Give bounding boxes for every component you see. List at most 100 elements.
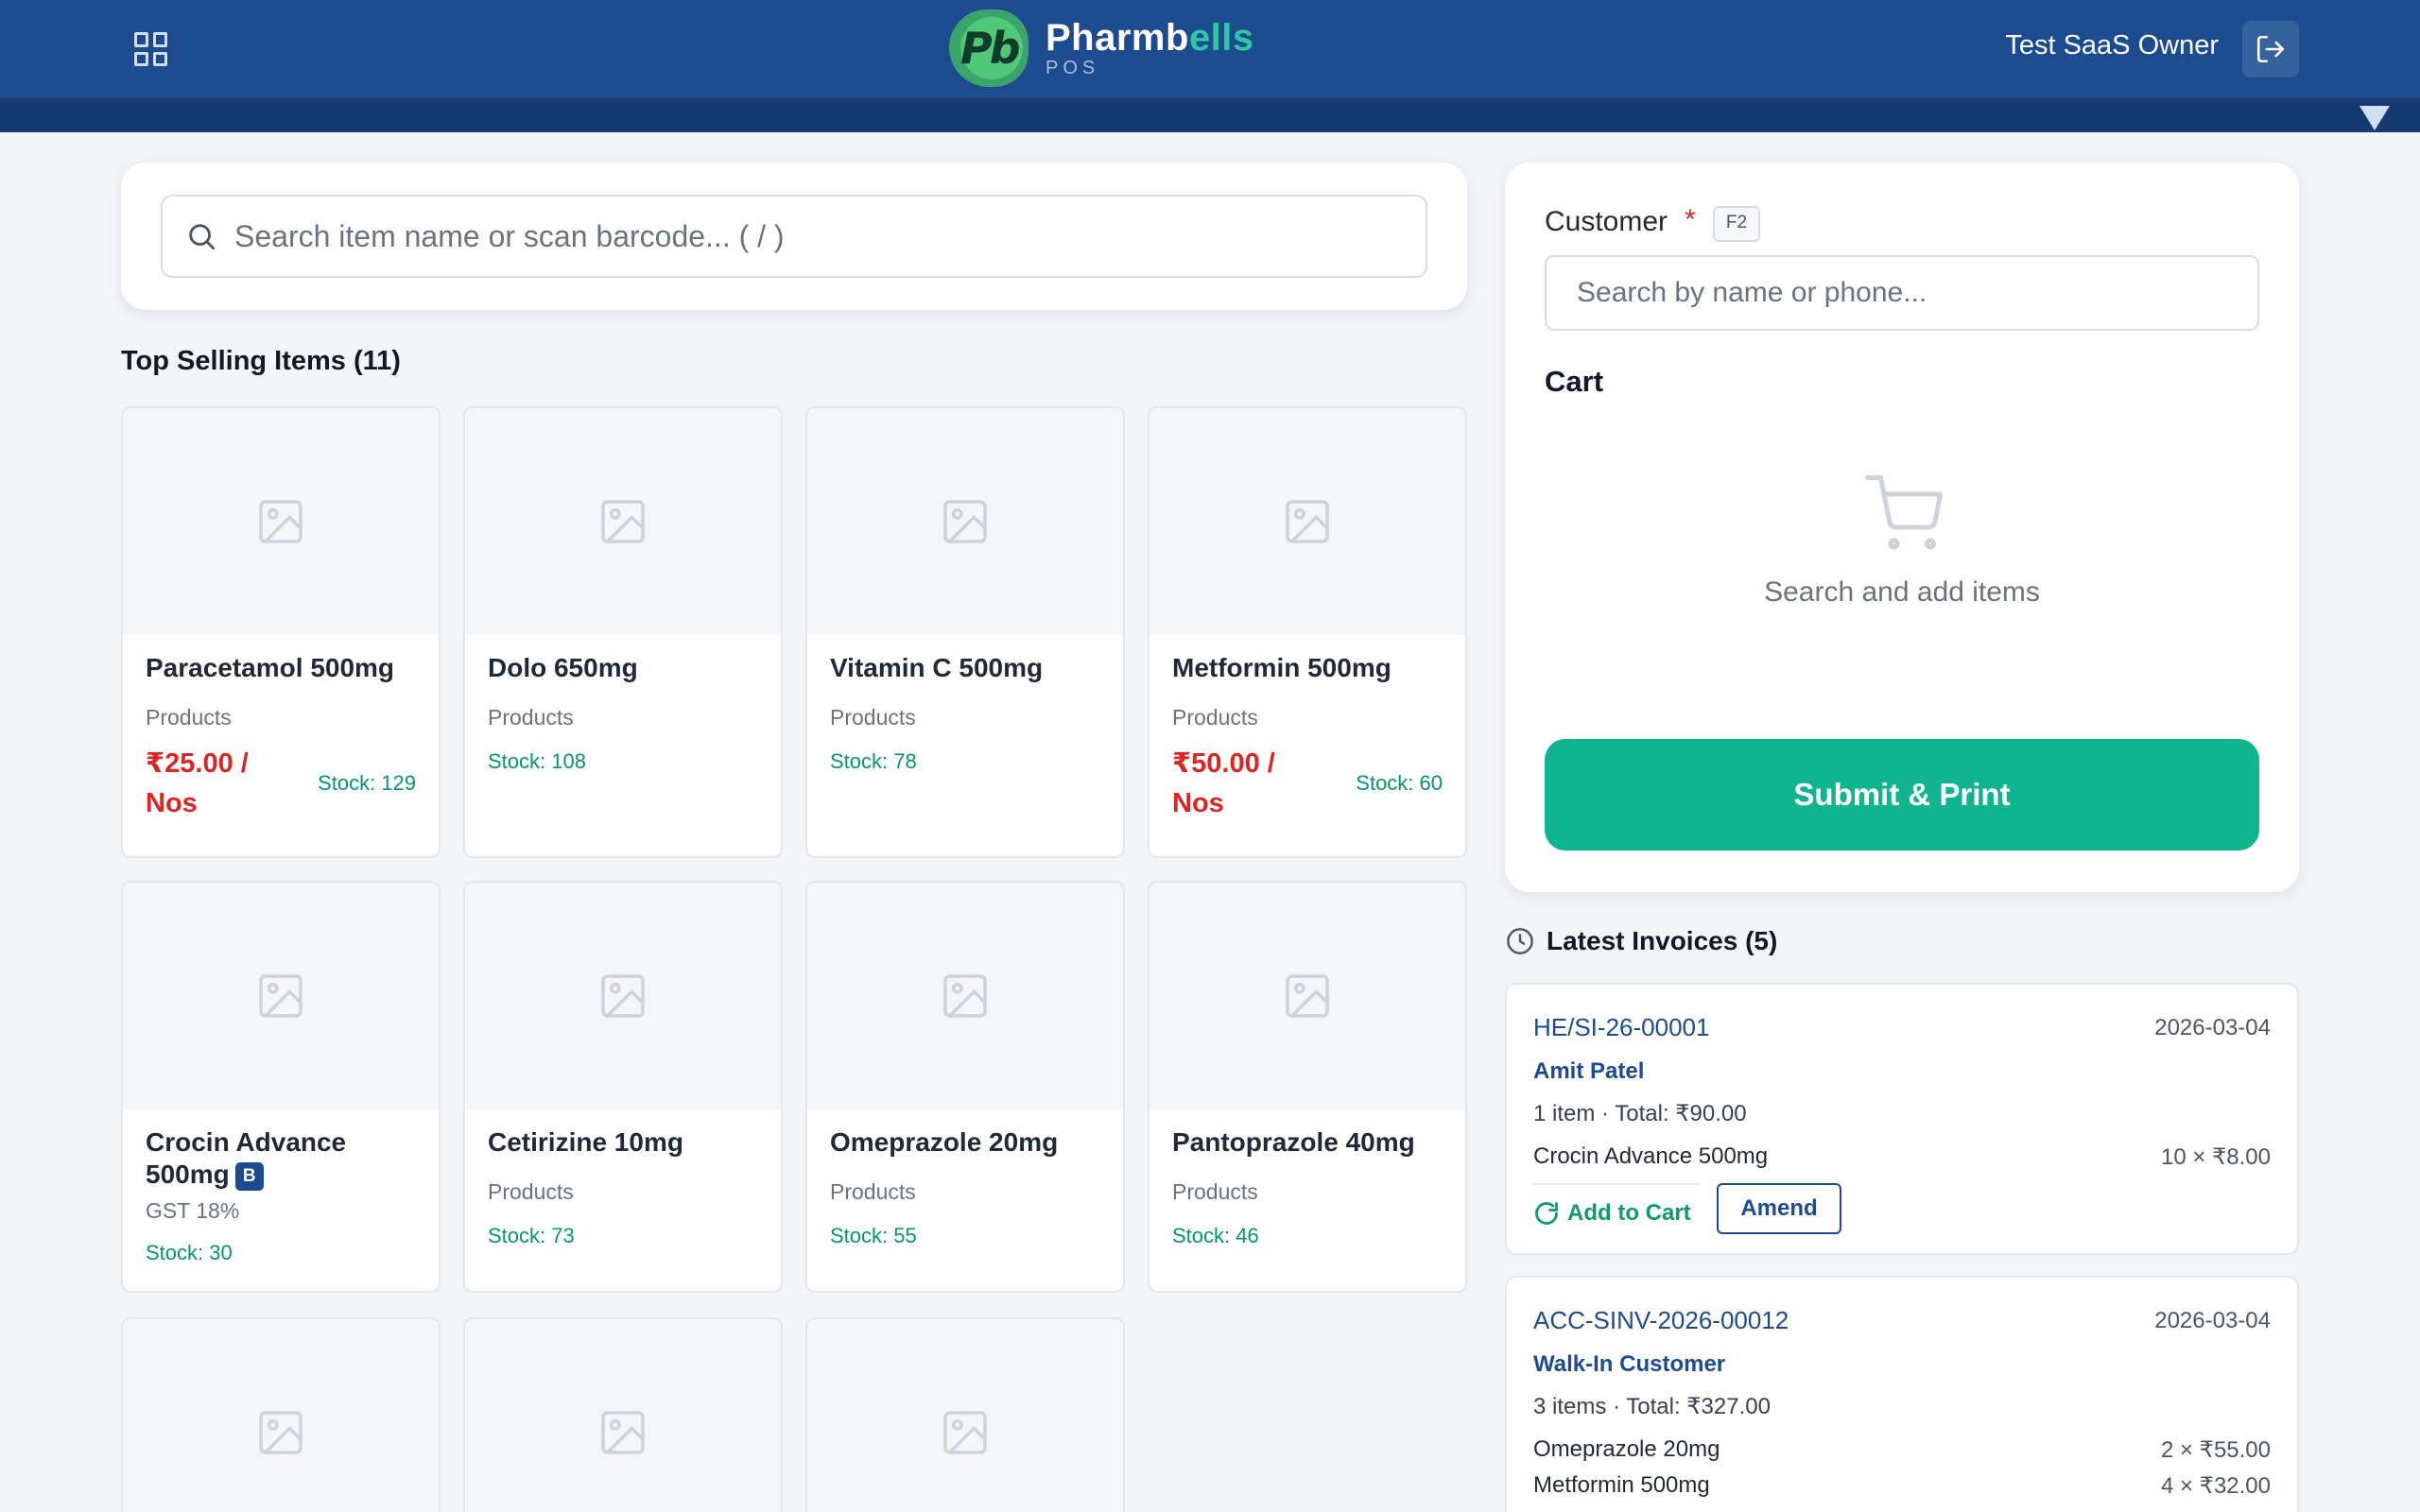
product-stock: Stock: 55 (830, 1224, 917, 1247)
product-image (465, 408, 781, 635)
invoice-number[interactable]: ACC-SINV-2026-00012 (1533, 1306, 1789, 1335)
product-unit: Nos (1172, 788, 1224, 818)
search-icon (189, 224, 216, 250)
invoice-line-qty: 10 × ₹8.00 (2160, 1144, 2271, 1170)
product-category: Products (146, 705, 232, 730)
shortcut-key: F2 (1713, 206, 1760, 242)
product-card[interactable]: Omeprazole 20mg Products Stock: 55 (805, 881, 1125, 1293)
product-name: Pantoprazole 40mg (1172, 1127, 1415, 1157)
product-category: Products (1172, 1179, 1258, 1204)
brand-logo: Pb Pharmbells POS (949, 9, 1254, 87)
product-card[interactable]: Metformin 500mg Products ₹50.00 / Nos St… (1148, 406, 1467, 858)
header-subbar (0, 98, 2420, 132)
product-card[interactable] (463, 1317, 783, 1512)
invoice-card[interactable]: HE/SI-26-00001 2026-03-04 Amit Patel 1 i… (1505, 983, 2299, 1255)
divider (1533, 1183, 1700, 1185)
product-category: Products (488, 705, 574, 730)
product-card[interactable]: Pantoprazole 40mg Products Stock: 46 (1148, 881, 1467, 1293)
invoice-date: 2026-03-04 (2154, 1308, 2271, 1333)
image-placeholder-icon (943, 1411, 987, 1454)
image-placeholder-icon (943, 500, 987, 543)
required-mark: * (1685, 204, 1696, 235)
item-search-card (121, 163, 1467, 310)
logo-mark-icon: Pb (949, 9, 1028, 87)
app-header: Pb Pharmbells POS Test SaaS Owner (0, 0, 2420, 98)
cart-panel: Customer * F2 Cart Search and add items … (1505, 163, 2299, 892)
invoice-line-item: Omeprazole 20mg (1533, 1436, 1720, 1462)
product-name-line1: Crocin Advance (146, 1127, 347, 1157)
product-name-line2: 500mg B (146, 1159, 416, 1191)
clock-icon (1507, 928, 1533, 954)
product-name: Paracetamol 500mg (146, 653, 395, 682)
apps-grid-icon[interactable] (132, 30, 170, 68)
invoice-summary: 3 items · Total: ₹327.00 (1533, 1394, 1771, 1419)
product-image (807, 883, 1123, 1109)
product-card[interactable]: Dolo 650mg Products Stock: 108 (463, 406, 783, 858)
product-image (465, 883, 781, 1109)
product-stock: Stock: 60 (1356, 771, 1443, 795)
invoice-number[interactable]: HE/SI-26-00001 (1533, 1013, 1709, 1042)
invoice-line-item: Metformin 500mg (1533, 1472, 1710, 1498)
product-image (807, 408, 1123, 635)
product-name: Dolo 650mg (488, 653, 638, 682)
product-image (123, 408, 439, 635)
item-search-input[interactable] (234, 218, 1369, 254)
product-card[interactable]: Paracetamol 500mg Products ₹25.00 / Nos … (121, 406, 441, 858)
product-category: Products (488, 1179, 574, 1204)
collapse-arrow-icon[interactable] (2360, 106, 2390, 130)
image-placeholder-icon (259, 974, 302, 1018)
product-image (123, 1319, 439, 1512)
product-card[interactable]: Crocin Advance 500mg B GST 18% Stock: 30 (121, 881, 441, 1293)
invoice-customer: Amit Patel (1533, 1058, 1645, 1084)
product-price: ₹25.00 / (146, 748, 249, 779)
cart-title: Cart (1545, 365, 1604, 398)
invoice-summary: 1 item · Total: ₹90.00 (1533, 1101, 1747, 1126)
product-image (1150, 408, 1465, 635)
product-category: Products (830, 1179, 916, 1204)
product-category: Products (830, 705, 916, 730)
product-image (465, 1319, 781, 1512)
invoice-date: 2026-03-04 (2154, 1015, 2271, 1040)
submit-print-button[interactable]: Submit & Print (1545, 739, 2259, 850)
product-category: Products (1172, 705, 1258, 730)
image-placeholder-icon (943, 974, 987, 1018)
product-image (807, 1319, 1123, 1512)
customer-label: Customer (1545, 206, 1668, 237)
product-stock: Stock: 108 (488, 749, 586, 773)
amend-button[interactable]: Amend (1717, 1183, 1841, 1234)
logout-icon (2256, 35, 2285, 63)
product-stock: Stock: 129 (318, 771, 416, 795)
product-stock: Stock: 78 (830, 749, 917, 773)
image-placeholder-icon (259, 500, 302, 543)
product-card[interactable]: Cetirizine 10mg Products Stock: 73 (463, 881, 783, 1293)
image-placeholder-icon (1286, 974, 1329, 1018)
product-name: Vitamin C 500mg (830, 653, 1044, 682)
customer-search-input[interactable] (1545, 255, 2259, 331)
refresh-icon (1535, 1202, 1558, 1225)
user-name: Test SaaS Owner (2005, 30, 2219, 60)
item-search-box[interactable] (161, 195, 1427, 278)
image-placeholder-icon (259, 1411, 302, 1454)
brand-name: Pharmbells (1046, 17, 1254, 59)
invoice-card[interactable]: ACC-SINV-2026-00012 2026-03-04 Walk-In C… (1505, 1276, 2299, 1512)
image-placeholder-icon (601, 500, 645, 543)
logout-button[interactable] (2242, 21, 2299, 77)
product-stock: Stock: 73 (488, 1224, 575, 1247)
add-to-cart-button[interactable]: Add to Cart (1533, 1200, 1691, 1227)
product-card[interactable] (121, 1317, 441, 1512)
invoice-line-qty: 4 × ₹32.00 (2160, 1473, 2271, 1499)
product-card[interactable] (805, 1317, 1125, 1512)
cart-icon (1865, 475, 1943, 550)
product-unit: Nos (146, 788, 198, 818)
product-image (1150, 883, 1465, 1109)
product-card[interactable]: Vitamin C 500mg Products Stock: 78 (805, 406, 1125, 858)
invoice-line-item: Crocin Advance 500mg (1533, 1143, 1769, 1169)
cart-empty-text: Search and add items (1764, 576, 2040, 608)
invoice-customer: Walk-In Customer (1533, 1351, 1726, 1377)
product-name: Omeprazole 20mg (830, 1127, 1059, 1157)
image-placeholder-icon (601, 1411, 645, 1454)
product-stock: Stock: 46 (1172, 1224, 1259, 1247)
batch-badge: B (234, 1161, 264, 1191)
top-selling-title: Top Selling Items (11) (121, 346, 401, 376)
brand-subtitle: POS (1046, 58, 1100, 78)
